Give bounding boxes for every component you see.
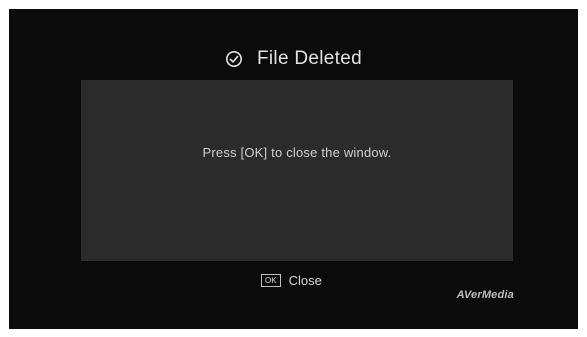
dialog-message: Press [OK] to close the window. [202,145,392,160]
ok-key-icon: OK [261,273,281,287]
close-label: Close [288,272,322,288]
check-circle-icon [225,50,243,68]
tv-screen: File Deleted Press [OK] to close the win… [9,9,578,329]
dialog-header: File Deleted [9,45,578,73]
brand-logo: AVerMedia [456,289,514,301]
message-panel: Press [OK] to close the window. [81,80,513,261]
screenshot-frame: File Deleted Press [OK] to close the win… [0,0,587,337]
dialog-title: File Deleted [257,48,362,69]
close-button[interactable]: OK Close [261,271,322,289]
